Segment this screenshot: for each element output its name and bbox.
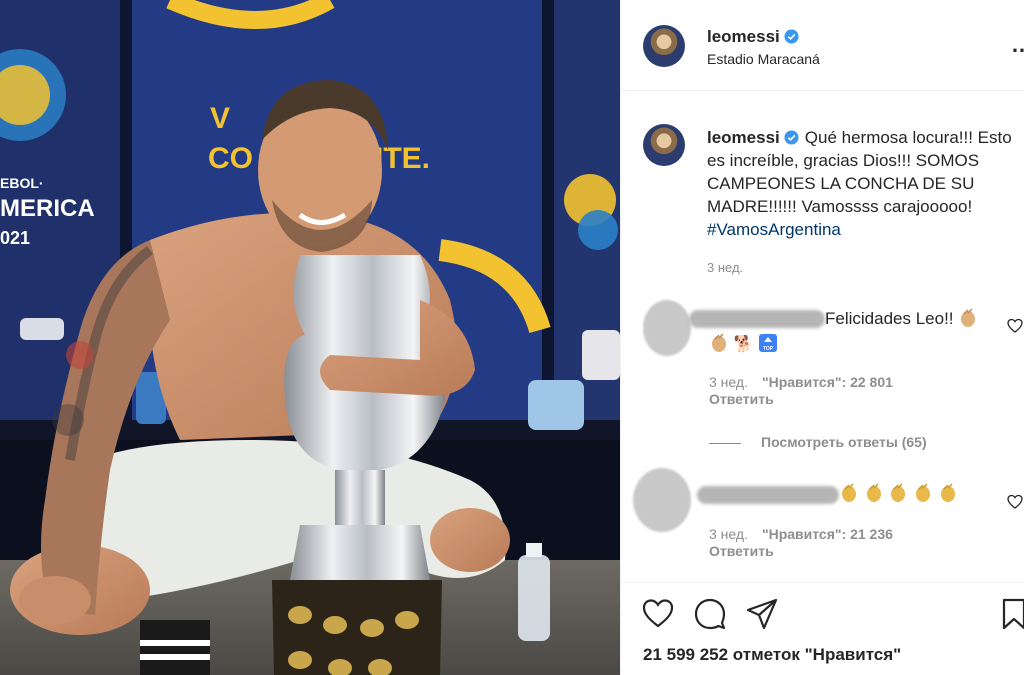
side-banner-text-1: EBOL·	[0, 175, 44, 191]
comment-text	[839, 482, 958, 506]
comment-likes-count[interactable]: "Нравится": 21 236	[762, 526, 893, 542]
commenter-username-redacted	[689, 310, 825, 328]
author-username[interactable]: leomessi	[707, 27, 780, 46]
caption-timestamp[interactable]: 3 нед.	[707, 260, 743, 275]
comment-meta: 3 нед. "Нравится": 22 801	[709, 374, 893, 390]
banner-text-1: V	[210, 102, 230, 135]
comment-body: Felicidades Leo!!	[825, 309, 954, 328]
commenter-username-redacted	[697, 486, 839, 504]
comment-timestamp[interactable]: 3 нед.	[709, 526, 748, 542]
view-replies-label: Посмотреть ответы (65)	[761, 434, 927, 450]
heart-icon[interactable]	[1007, 318, 1023, 334]
heart-icon[interactable]	[1007, 494, 1023, 510]
comment-likes-count[interactable]: "Нравится": 22 801	[762, 374, 893, 390]
side-banner-text-2: MERICA	[0, 195, 95, 222]
caption-hashtag[interactable]: #VamosArgentina	[707, 220, 841, 239]
verified-badge-icon	[784, 29, 799, 44]
side-banner-text-3: 021	[0, 228, 30, 248]
share-icon[interactable]	[745, 597, 779, 631]
post-likes-total[interactable]: 21 599 252 отметок "Нравится"	[643, 645, 901, 665]
commenter-avatar[interactable]	[633, 468, 691, 532]
comment-text: Felicidades Leo!!	[825, 307, 978, 331]
post-actions-bar: 21 599 252 отметок "Нравится"	[621, 582, 1024, 675]
bookmark-icon[interactable]	[1001, 597, 1024, 631]
author-avatar[interactable]	[643, 25, 685, 67]
comment-meta: 3 нед. "Нравится": 21 236	[709, 526, 893, 542]
author-row: leomessi	[707, 27, 799, 47]
banner-text-3: ITE.	[375, 142, 430, 175]
clapping-hands-emoji	[866, 483, 881, 502]
view-replies-link[interactable]: Посмотреть ответы (65)	[709, 434, 927, 450]
clapping-hands-emoji	[891, 483, 906, 502]
reply-button[interactable]: Ответить	[709, 543, 774, 559]
svg-text:TOP: TOP	[763, 346, 774, 352]
reply-button[interactable]: Ответить	[709, 391, 774, 407]
commenter-avatar[interactable]	[643, 300, 691, 356]
comment-icon[interactable]	[693, 597, 727, 631]
post-image: V CO ITE. EBOL· MERICA 021	[0, 0, 620, 675]
clapping-hands-emoji	[961, 308, 976, 327]
post-caption: leomessi Qué hermosa locura!!! Esto es in…	[707, 126, 1024, 241]
post-details-panel: leomessi Estadio Maracaná … leomessiQué …	[620, 0, 1024, 675]
caption-author-avatar[interactable]	[643, 124, 685, 166]
clapping-hands-emoji	[940, 483, 955, 502]
comment-emoji-row: 🐕 TOP	[709, 332, 778, 357]
verified-badge-icon	[784, 130, 799, 145]
caption-username[interactable]: leomessi	[707, 128, 780, 147]
post-photo[interactable]: V CO ITE. EBOL· MERICA 021	[0, 0, 620, 675]
post-location[interactable]: Estadio Maracaná	[707, 51, 820, 67]
heart-icon[interactable]	[641, 597, 675, 631]
dog-emoji: 🐕	[733, 336, 754, 353]
divider-line	[709, 442, 741, 444]
more-options-icon[interactable]: …	[1011, 32, 1024, 58]
clapping-hands-emoji	[916, 483, 931, 502]
comment-timestamp[interactable]: 3 нед.	[709, 374, 748, 390]
clapping-hands-emoji	[842, 483, 856, 502]
top-arrow-emoji: TOP	[759, 334, 778, 352]
banner-text-2: CO	[208, 142, 253, 175]
clapping-hands-emoji	[712, 333, 726, 352]
post-header: leomessi Estadio Maracaná …	[621, 0, 1024, 91]
